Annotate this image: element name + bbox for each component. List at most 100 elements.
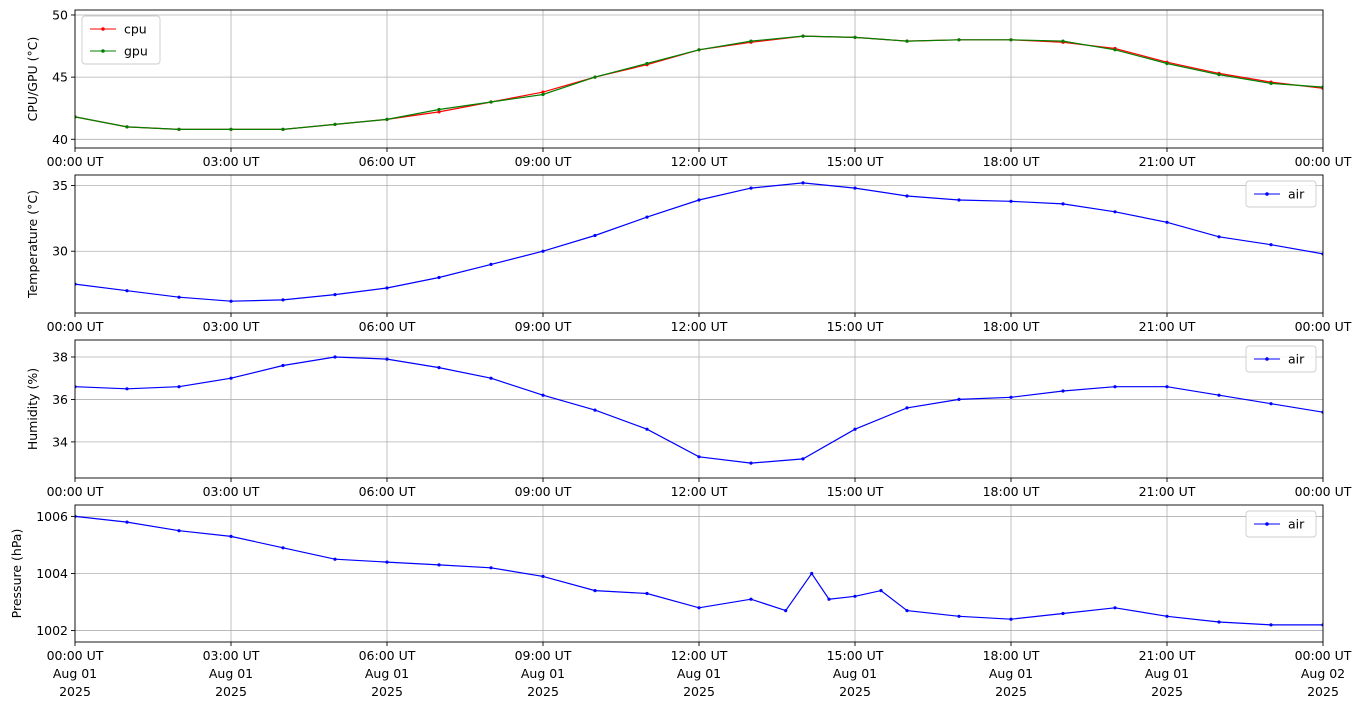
data-point [1009,395,1013,399]
y-axis-label: Humidity (%) [25,368,40,450]
y-tick-label: 40 [52,132,68,147]
x-tick-label: 00:00 UT [1295,154,1352,169]
data-point [385,117,389,121]
data-point [749,461,753,465]
legend-label: gpu [124,44,148,59]
x-tick-label: 00:00 UT [1295,484,1352,499]
data-point [385,286,389,290]
x-tick-label: 12:00 UT [671,484,728,499]
x-tick-label: 06:00 UT [359,648,416,663]
data-point [1061,39,1065,43]
x-date-label: Aug 01 [521,666,565,681]
x-tick-label: 09:00 UT [515,484,572,499]
data-point [853,186,857,190]
x-year-label: 2025 [527,684,559,699]
x-tick-label: 18:00 UT [983,648,1040,663]
x-tick-label: 21:00 UT [1139,319,1196,334]
data-point [1217,73,1221,77]
y-tick-label: 1006 [36,509,68,524]
data-point [1061,389,1065,393]
data-point [229,534,233,539]
data-point [1113,606,1117,610]
x-tick-label: 18:00 UT [983,484,1040,499]
data-point [697,48,701,52]
panel-2: 30 35 00:00 UT 03:00 UT 06:00 UT 09:00 UT 12:0… [25,174,1352,334]
data-point [281,127,285,131]
data-point [1269,243,1273,247]
x-year-label: 2025 [59,684,91,699]
data-point [177,127,181,131]
data-point [645,61,649,66]
data-point [1269,402,1273,406]
x-tick-label: 15:00 UT [827,154,884,169]
legend-box [81,15,161,65]
panel-3: 34 36 38 00:00 UT 03:00 UT 06:00 UT 09:00 UT 12… [25,339,1352,499]
x-tick-label: 15:00 UT [827,648,884,663]
data-point [801,181,805,185]
data-point [1061,202,1065,206]
data-point [1113,210,1117,214]
y-axis-label: Pressure (hPa) [9,529,24,619]
x-year-label: 2025 [839,684,871,699]
data-point [489,376,493,380]
x-year-label: 2025 [1307,684,1339,699]
x-tick-label: 00:00 UT [47,484,104,499]
data-point [1165,614,1169,618]
data-point [1217,620,1221,624]
x-date-label: Aug 02 [1301,666,1345,681]
x-tick-label: 18:00 UT [983,154,1040,169]
data-point [125,387,129,391]
x-tick-label: 12:00 UT [671,648,728,663]
data-point [541,92,545,97]
legend: air [1245,180,1317,208]
data-point [905,609,909,613]
x-tick-label: 09:00 UT [515,319,572,334]
x-tick-label: 21:00 UT [1139,648,1196,663]
data-point [1165,385,1169,389]
data-point [1269,623,1273,627]
data-point [905,39,909,43]
x-date-label: Aug 01 [1145,666,1189,681]
data-point [125,520,129,524]
x-year-label: 2025 [683,684,715,699]
x-tick-label: 00:00 UT [1295,648,1352,663]
data-point [1217,393,1221,397]
data-point [905,406,909,410]
data-point [489,100,493,104]
data-point [801,457,805,461]
y-axis-label: CPU/GPU (°C) [25,37,40,122]
data-point [784,609,788,613]
data-point [333,557,337,561]
x-tick-label: 15:00 UT [827,319,884,334]
x-tick-label: 06:00 UT [359,484,416,499]
data-point [697,198,701,202]
legend-marker [1265,522,1269,526]
x-tick-label: 21:00 UT [1139,154,1196,169]
data-point [593,408,597,412]
y-tick-label: 38 [52,349,68,364]
legend-marker [1265,357,1269,361]
data-point [541,249,545,253]
data-point [1165,61,1169,66]
x-tick-label: 00:00 UT [47,648,104,663]
data-point [437,107,441,112]
data-point [1009,617,1013,621]
y-tick-label: 35 [52,178,68,193]
data-point [645,591,649,596]
y-tick-label: 45 [52,70,68,85]
data-point [905,194,909,198]
data-point [489,262,493,266]
data-point [1113,48,1117,52]
data-point [333,293,337,297]
data-point [801,34,805,38]
legend-label: air [1288,352,1305,367]
data-point [1269,81,1273,85]
data-point [281,298,285,302]
data-point [879,589,883,593]
data-point [333,122,337,126]
data-point [1165,220,1169,224]
x-tick-label: 21:00 UT [1139,484,1196,499]
data-point [541,393,545,397]
data-point [810,571,814,576]
x-tick-label: 09:00 UT [515,648,572,663]
